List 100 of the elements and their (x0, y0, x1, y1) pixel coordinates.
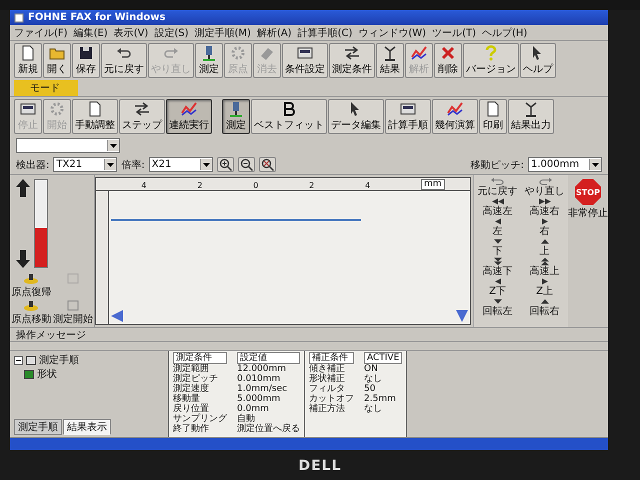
jog-button[interactable]: 左 (474, 217, 521, 237)
left-triangle-marker-icon (111, 310, 123, 322)
question-mark-icon (483, 45, 499, 61)
frame-icon (64, 300, 81, 312)
mode-tab[interactable]: モード (14, 80, 78, 96)
toolbar-button[interactable]: 測定条件 (329, 43, 375, 78)
ruler-label: 4 (141, 181, 146, 190)
table-cell-text: 測定ピッチ (173, 374, 219, 384)
menu-item[interactable]: ツール(T) (430, 26, 478, 40)
toolbar-button[interactable]: 元に戻す (101, 43, 147, 78)
toolbar-button[interactable]: バージョン (463, 43, 519, 78)
setting-label: 検出器: (16, 158, 50, 172)
setting-label: 移動ピッチ: (470, 158, 524, 172)
antenna-icon (382, 45, 398, 61)
ruler-label: 0 (253, 181, 258, 190)
jog-button[interactable]: 下 (474, 237, 521, 257)
toolbar-button[interactable]: ベストフィット (251, 99, 327, 134)
jog-button[interactable]: 元に戻す (474, 177, 521, 197)
toolbar-button[interactable]: 計算手順 (385, 99, 431, 134)
toolbar-button[interactable]: ステップ (119, 99, 165, 134)
toolbar-button[interactable]: 測定 (222, 99, 250, 134)
toolbar-button[interactable]: 結果 (376, 43, 404, 78)
menu-item[interactable]: 表示(V) (112, 26, 150, 40)
tree-item[interactable]: 測定手順 (14, 353, 164, 367)
dropdown-arrow-icon (107, 162, 114, 166)
zigzag-line-icon (411, 45, 427, 61)
ruler-label: 2 (197, 181, 202, 190)
document-icon (485, 101, 501, 117)
column-header: ACTIVE (364, 352, 402, 364)
jog-button[interactable]: 高速右 (521, 197, 568, 217)
toolbar-button[interactable]: 結果出力 (508, 99, 554, 134)
toolbar-button[interactable]: 印刷 (479, 99, 507, 134)
tree-item[interactable]: 形状 (14, 367, 164, 381)
menu-item[interactable]: 測定手順(M) (192, 26, 253, 40)
side-button[interactable]: 原点移動 (11, 300, 52, 326)
menu-item[interactable]: ファイル(F) (12, 26, 70, 40)
zigzag-line-icon (181, 101, 197, 117)
double-right-arrow-icon (538, 197, 552, 206)
table-cell: 測定位置へ戻る (237, 424, 300, 434)
setting-dropdown[interactable]: X21 (148, 157, 213, 172)
toolbar-button[interactable]: 開く (43, 43, 71, 78)
monitor-brand-logo: DELL (298, 458, 342, 474)
measurement-canvas[interactable]: 4 2 0 2 4 mm (95, 177, 471, 325)
setting-label: 倍率: (121, 158, 145, 172)
toolbar-button[interactable]: 手動調整 (72, 99, 118, 134)
jog-button[interactable]: 回転右 (521, 297, 568, 317)
toolbar-button[interactable]: 新規 (14, 43, 42, 78)
collapse-icon (14, 356, 23, 364)
toolbar-button[interactable]: 削除 (434, 43, 462, 78)
probe-icon (201, 45, 217, 61)
toolbar-button[interactable]: 連続実行 (166, 99, 212, 134)
panel-tab[interactable]: 結果表示 (63, 419, 111, 435)
side-button[interactable]: 測定開始 (52, 300, 93, 326)
antenna-icon (523, 101, 539, 117)
zoom-button[interactable] (238, 157, 255, 172)
menu-item[interactable]: 編集(E) (72, 26, 110, 40)
jog-button[interactable]: 高速下 (474, 257, 521, 277)
toolbar-button[interactable]: 測定 (195, 43, 223, 78)
zoom-out-icon (240, 158, 253, 171)
stage-icon (23, 273, 40, 285)
table-cell-text: 0.010mm (237, 374, 282, 384)
jog-button[interactable]: 高速上 (521, 257, 568, 277)
table-cell-text: 自動 (237, 414, 255, 424)
toolbar-button[interactable]: 幾何演算 (432, 99, 478, 134)
table-cell-text: 12.000mm (237, 364, 288, 374)
jog-button[interactable]: Z下 (474, 277, 521, 297)
panel-icon (297, 45, 313, 61)
zoom-button[interactable] (258, 157, 276, 172)
menu-item[interactable]: ウィンドウ(W) (356, 26, 428, 40)
table-cell-text: なし (364, 404, 383, 414)
menu-item[interactable]: 解析(A) (254, 26, 294, 40)
toolbar-button[interactable]: 条件設定 (282, 43, 328, 78)
toolbar-button[interactable]: 保存 (72, 43, 100, 78)
panel-tab[interactable]: 測定手順 (14, 419, 62, 435)
dropdown-field[interactable] (16, 138, 120, 153)
table-cell-text: 2.5mm (364, 394, 397, 404)
zoom-button[interactable] (216, 157, 234, 172)
zigzag-line-icon (447, 101, 463, 117)
jog-button[interactable]: 上 (521, 237, 568, 257)
table-cell-text: 5.000mm (237, 394, 282, 404)
jog-button[interactable]: やり直し (521, 177, 568, 197)
setting-dropdown[interactable]: 1.000mm (528, 157, 602, 172)
menu-item[interactable]: ヘルプ(H) (480, 26, 530, 40)
toolbar-button[interactable]: データ編集 (328, 99, 384, 134)
menu-item[interactable]: 設定(S) (152, 26, 190, 40)
table-cell-text: 補正方法 (309, 404, 346, 414)
table-cell: カットオフ (309, 394, 354, 404)
jog-button[interactable]: 高速左 (474, 197, 521, 217)
toolbar-button[interactable]: ヘルプ (520, 43, 556, 78)
jog-button[interactable]: Z上 (521, 277, 568, 297)
redo-icon (163, 45, 179, 61)
column-header: 補正条件 (309, 352, 354, 364)
emergency-stop-button[interactable]: STOP 非常停止 (568, 179, 608, 220)
jog-button[interactable]: 右 (521, 217, 568, 237)
jog-button[interactable]: 回転左 (474, 297, 521, 317)
menu-item[interactable]: 計算手順(C) (296, 26, 354, 40)
side-button[interactable]: 原点復帰 (11, 273, 52, 299)
setting-dropdown[interactable]: TX21 (53, 157, 118, 172)
table-cell-text: 傾き補正 (309, 364, 346, 374)
eraser-icon (259, 45, 275, 61)
